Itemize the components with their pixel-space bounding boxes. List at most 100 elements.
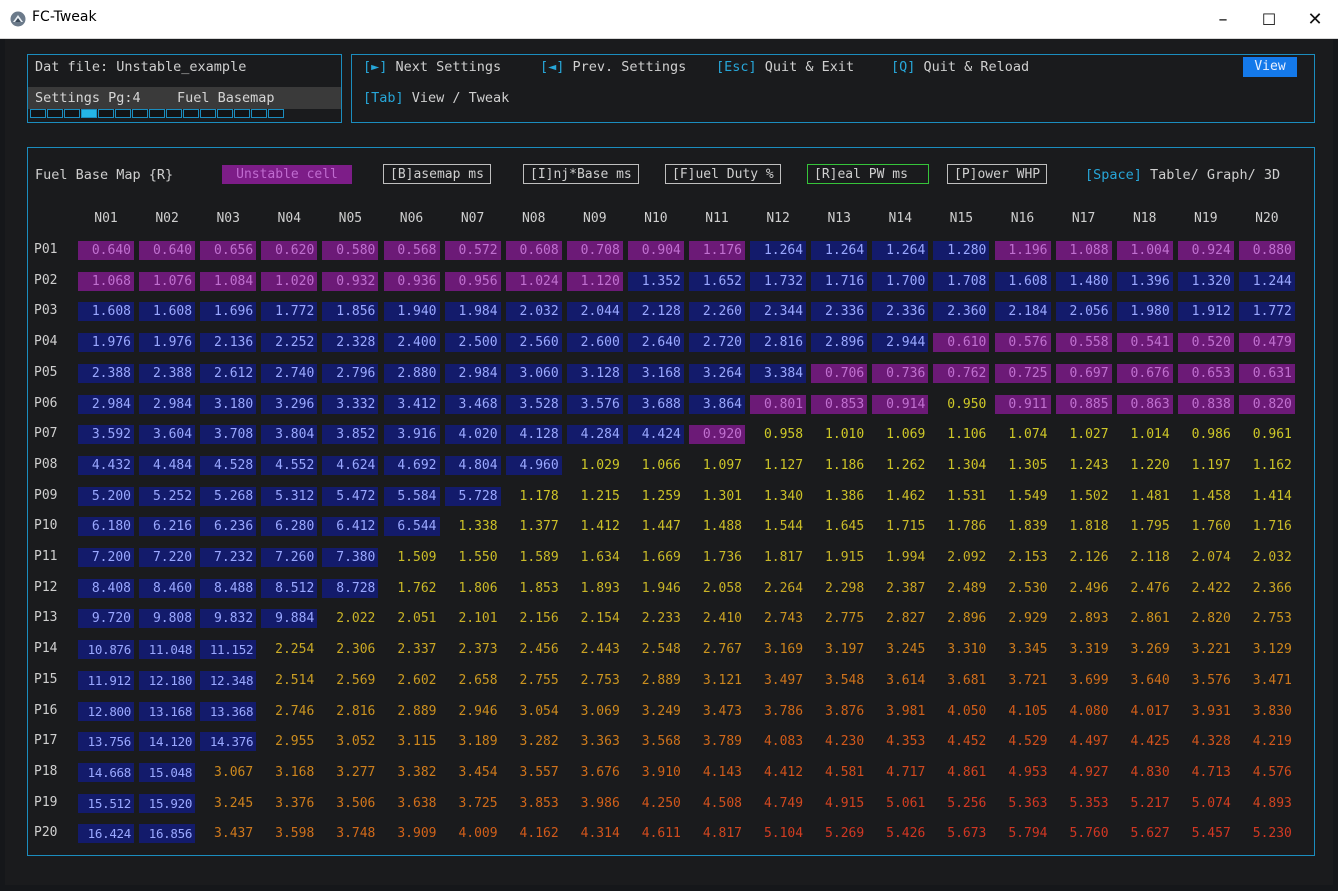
table-cell[interactable]: 2.984 — [139, 394, 196, 414]
table-cell[interactable]: 2.569 — [322, 671, 378, 690]
table-cell[interactable]: 3.916 — [383, 425, 440, 445]
table-cell[interactable]: 3.568 — [628, 732, 684, 751]
table-cell[interactable]: 2.514 — [261, 671, 317, 690]
table-cell[interactable]: 2.400 — [383, 333, 440, 353]
table-cell[interactable]: 4.219 — [1239, 732, 1295, 751]
table-cell[interactable]: 1.243 — [1056, 456, 1112, 475]
table-cell[interactable]: 0.863 — [1116, 394, 1173, 414]
table-cell[interactable]: 2.336 — [811, 302, 868, 322]
table-cell[interactable]: 1.262 — [872, 456, 928, 475]
table-cell[interactable]: 2.058 — [689, 579, 745, 598]
table-cell[interactable]: 3.708 — [200, 425, 257, 445]
close-button[interactable]: ✕ — [1292, 0, 1338, 38]
table-cell[interactable]: 3.052 — [322, 732, 378, 751]
table-cell[interactable]: 1.178 — [506, 487, 562, 506]
table-cell[interactable]: 15.920 — [139, 793, 196, 813]
table-cell[interactable]: 8.408 — [78, 578, 134, 598]
table-cell[interactable]: 2.260 — [689, 302, 745, 322]
table-cell[interactable]: 12.348 — [200, 670, 257, 690]
table-cell[interactable]: 2.775 — [811, 609, 867, 628]
table-cell[interactable]: 9.884 — [261, 609, 318, 629]
table-cell[interactable]: 3.468 — [444, 394, 501, 414]
table-cell[interactable]: 4.749 — [750, 794, 806, 813]
table-cell[interactable]: 1.980 — [1116, 302, 1173, 322]
table-cell[interactable]: 1.186 — [811, 456, 867, 475]
table-cell[interactable]: 0.580 — [322, 241, 379, 260]
table-cell[interactable]: 5.794 — [995, 824, 1051, 843]
table-cell[interactable]: 2.264 — [750, 579, 806, 598]
table-cell[interactable]: 3.169 — [750, 640, 806, 659]
table-cell[interactable]: 2.044 — [566, 302, 623, 322]
table-cell[interactable]: 3.789 — [689, 732, 745, 751]
table-cell[interactable]: 1.004 — [1116, 241, 1173, 260]
table-cell[interactable]: 1.220 — [1117, 456, 1173, 475]
table-cell[interactable]: 13.756 — [78, 732, 134, 752]
table-cell[interactable]: 5.061 — [872, 794, 928, 813]
table-cell[interactable]: 1.320 — [1177, 271, 1234, 291]
table-cell[interactable]: 1.414 — [1239, 487, 1295, 506]
table-cell[interactable]: 1.912 — [1177, 302, 1234, 322]
table-cell[interactable]: 1.645 — [811, 517, 867, 536]
table-cell[interactable]: 2.880 — [383, 363, 440, 383]
table-cell[interactable]: 1.608 — [139, 302, 196, 322]
table-cell[interactable]: 2.755 — [506, 671, 562, 690]
table-cell[interactable]: 2.153 — [995, 548, 1051, 567]
table-cell[interactable]: 3.376 — [261, 794, 317, 813]
table-cell[interactable]: 0.558 — [1055, 333, 1112, 353]
table-cell[interactable]: 1.305 — [995, 456, 1051, 475]
real-pw-ms-button[interactable]: [R]eal PW ms — [807, 164, 929, 184]
table-cell[interactable]: 0.920 — [689, 425, 745, 445]
table-cell[interactable]: 1.020 — [261, 271, 318, 291]
table-cell[interactable]: 1.806 — [445, 579, 501, 598]
table-cell[interactable]: 2.889 — [384, 702, 440, 721]
table-cell[interactable]: 4.552 — [261, 455, 318, 475]
table-cell[interactable]: 3.528 — [505, 394, 562, 414]
table-cell[interactable]: 1.608 — [78, 302, 134, 322]
table-cell[interactable]: 3.981 — [872, 702, 928, 721]
quit-reload-shortcut[interactable]: [Q] Quit & Reload — [891, 59, 1029, 75]
table-cell[interactable]: 4.230 — [811, 732, 867, 751]
table-cell[interactable]: 1.708 — [933, 271, 990, 291]
table-cell[interactable]: 3.384 — [750, 363, 807, 383]
table-cell[interactable]: 2.252 — [261, 333, 318, 353]
table-cell[interactable]: 3.471 — [1239, 671, 1295, 690]
table-cell[interactable]: 14.120 — [139, 732, 196, 752]
table-cell[interactable]: 0.956 — [444, 271, 501, 291]
table-cell[interactable]: 4.713 — [1178, 763, 1234, 782]
table-cell[interactable]: 5.268 — [200, 486, 257, 506]
table-cell[interactable]: 8.512 — [261, 578, 318, 598]
table-cell[interactable]: 9.720 — [78, 609, 134, 629]
table-cell[interactable]: 7.380 — [322, 548, 379, 567]
table-cell[interactable]: 3.069 — [567, 702, 623, 721]
table-cell[interactable]: 1.304 — [933, 456, 989, 475]
view-mode-button[interactable]: View — [1243, 57, 1297, 77]
table-cell[interactable]: 3.067 — [200, 763, 256, 782]
table-cell[interactable]: 1.301 — [689, 487, 745, 506]
table-cell[interactable]: 6.216 — [139, 517, 196, 537]
table-cell[interactable]: 0.568 — [383, 241, 440, 260]
table-cell[interactable]: 2.816 — [322, 702, 378, 721]
table-cell[interactable]: 2.720 — [689, 333, 745, 353]
table-cell[interactable]: 1.762 — [384, 579, 440, 598]
table-cell[interactable]: 0.924 — [1177, 241, 1234, 260]
table-cell[interactable]: 2.955 — [261, 732, 317, 751]
table-cell[interactable]: 9.808 — [139, 609, 196, 629]
table-cell[interactable]: 2.946 — [445, 702, 501, 721]
table-cell[interactable]: 3.721 — [995, 671, 1051, 690]
table-cell[interactable]: 2.422 — [1178, 579, 1234, 598]
table-cell[interactable]: 1.915 — [811, 548, 867, 567]
table-cell[interactable]: 4.080 — [1056, 702, 1112, 721]
table-cell[interactable]: 2.530 — [995, 579, 1051, 598]
table-cell[interactable]: 1.447 — [628, 517, 684, 536]
table-cell[interactable]: 2.360 — [933, 302, 990, 322]
table-cell[interactable]: 3.382 — [384, 763, 440, 782]
table-cell[interactable]: 4.424 — [627, 425, 684, 445]
table-cell[interactable]: 4.692 — [383, 455, 440, 475]
table-cell[interactable]: 1.700 — [872, 271, 929, 291]
table-cell[interactable]: 7.260 — [261, 548, 318, 567]
table-cell[interactable]: 1.818 — [1056, 517, 1112, 536]
table-cell[interactable]: 1.069 — [872, 425, 928, 444]
table-cell[interactable]: 5.472 — [322, 486, 379, 506]
table-cell[interactable]: 0.885 — [1055, 394, 1112, 414]
table-cell[interactable]: 5.104 — [750, 824, 806, 843]
